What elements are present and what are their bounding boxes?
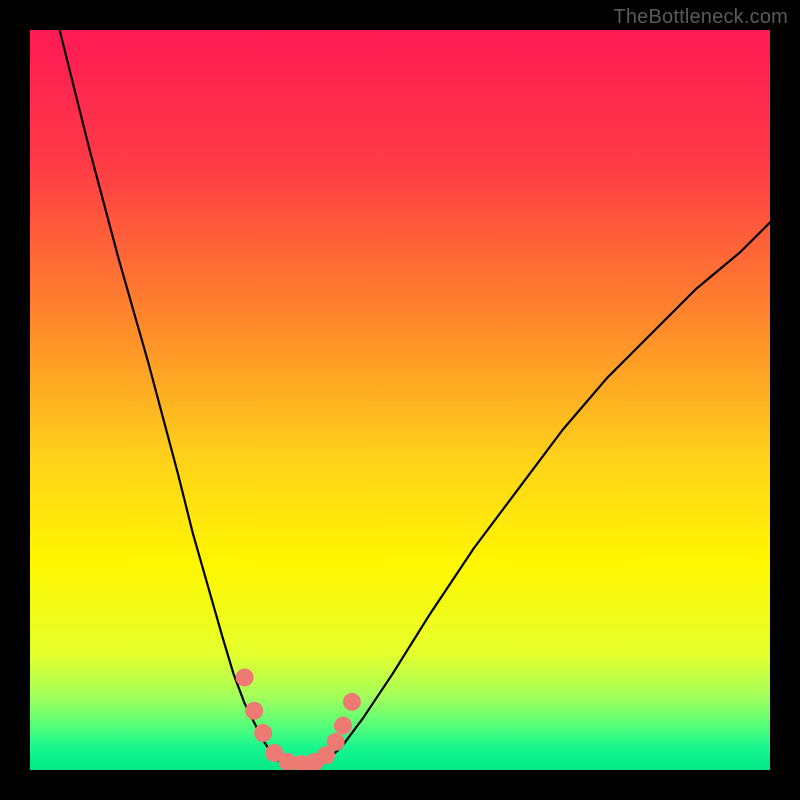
marker-dot bbox=[245, 702, 263, 720]
marker-dot bbox=[343, 693, 361, 711]
outer-frame: TheBottleneck.com bbox=[0, 0, 800, 800]
series-left-branch bbox=[60, 30, 278, 760]
plot-area bbox=[30, 30, 770, 770]
marker-dot bbox=[254, 724, 272, 742]
marker-dot bbox=[327, 733, 345, 751]
marker-dot bbox=[334, 717, 352, 735]
chart-curve bbox=[30, 30, 770, 770]
marker-dot bbox=[236, 669, 254, 687]
watermark-text: TheBottleneck.com bbox=[613, 6, 788, 29]
series-right-branch bbox=[326, 222, 770, 760]
